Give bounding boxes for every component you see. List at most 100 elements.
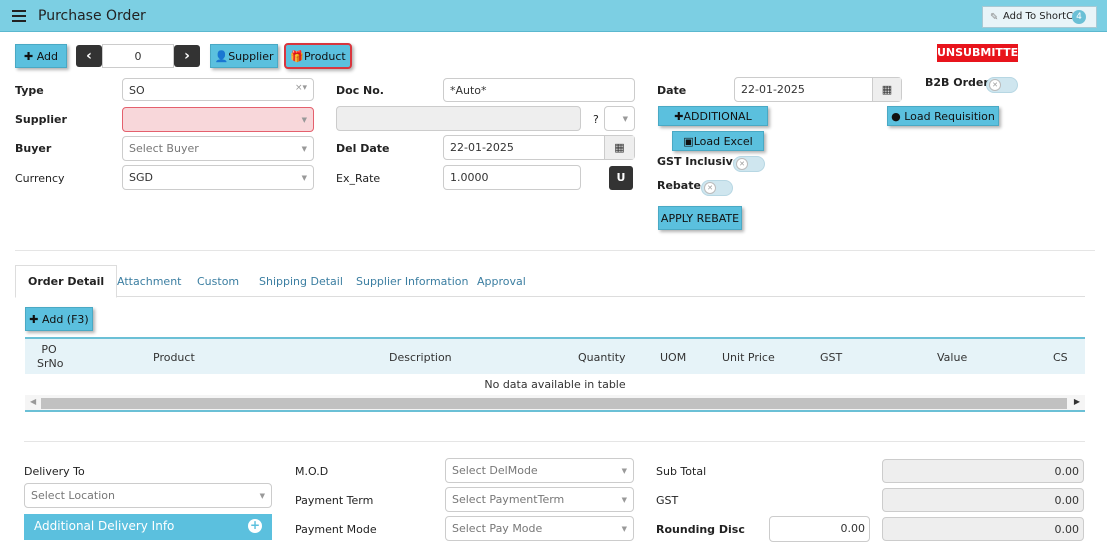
clear-icon[interactable]: ×▾	[295, 83, 307, 93]
ex-rate-label: Ex_Rate	[336, 172, 381, 185]
excel-icon: ▣	[683, 135, 694, 148]
gst-value: 0.00	[882, 488, 1084, 512]
calendar-icon[interactable]: ▦	[604, 136, 634, 159]
load-excel-button[interactable]: ▣Load Excel	[672, 131, 764, 151]
rounding-disc-input[interactable]: 0.00	[769, 516, 870, 542]
supplier-select[interactable]: ▼	[122, 107, 314, 132]
currency-select[interactable]: SGD ▼	[122, 165, 314, 190]
doc-no-input[interactable]: *Auto*	[443, 78, 635, 102]
date-value: 22-01-2025	[741, 83, 805, 96]
supplier-button[interactable]: 👤Supplier	[210, 44, 278, 68]
rounding-disc-label: Rounding Disc	[656, 523, 745, 536]
payment-mode-select[interactable]: Select Pay Mode ▼	[445, 516, 634, 541]
del-date-value: 22-01-2025	[450, 141, 514, 154]
plus-icon: ✚	[29, 313, 39, 326]
subtotal-value: 0.00	[882, 459, 1084, 483]
column-uom[interactable]: UOM	[660, 351, 686, 364]
add-line-label: Add (F3)	[42, 313, 89, 326]
user-icon: 👤	[214, 50, 229, 63]
chevron-down-icon: ▼	[621, 467, 627, 475]
table-header: PO SrNo Product Description Quantity UOM …	[25, 337, 1085, 374]
load-excel-label: Load Excel	[693, 135, 753, 148]
gst-label: GST	[656, 494, 679, 507]
delmode-select[interactable]: Select DelMode ▼	[445, 458, 634, 483]
prev-page-icon[interactable]: ‹	[76, 45, 102, 67]
toggle-off-icon: ✕	[704, 182, 716, 194]
horizontal-scrollbar[interactable]: ◀ ▶	[25, 395, 1085, 412]
currency-label: Currency	[15, 172, 65, 185]
po-line2: SrNo	[37, 357, 64, 370]
chevron-down-icon: ▼	[622, 115, 628, 123]
column-gst[interactable]: GST	[820, 351, 842, 364]
add-label: Add	[36, 50, 58, 63]
hamburger-menu-icon[interactable]	[12, 10, 26, 22]
rounding-total-value: 0.00	[882, 517, 1084, 541]
supplier-label: Supplier	[15, 113, 67, 126]
tab-supplier-information[interactable]: Supplier Information	[356, 275, 469, 288]
page-title: Purchase Order	[38, 8, 146, 24]
calendar-icon[interactable]: ▦	[872, 78, 901, 101]
scroll-right-icon[interactable]: ▶	[1074, 397, 1080, 406]
location-placeholder: Select Location	[31, 489, 115, 502]
update-rate-button[interactable]: U	[609, 166, 633, 190]
additional-delivery-label: Additional Delivery Info	[34, 519, 175, 533]
column-description[interactable]: Description	[389, 351, 452, 364]
tab-attachment[interactable]: Attachment	[117, 275, 182, 288]
column-cs[interactable]: CS	[1053, 351, 1068, 364]
payment-term-placeholder: Select PaymentTerm	[452, 493, 565, 506]
column-value[interactable]: Value	[937, 351, 967, 364]
supplier-option-select[interactable]: ▼	[604, 106, 635, 131]
top-bar: Purchase Order ✎ Add To ShortCut 4	[0, 0, 1107, 32]
gst-inclusive-toggle[interactable]: ✕	[733, 156, 765, 172]
load-requisition-button[interactable]: ● Load Requisition	[887, 106, 999, 126]
doc-no-label: Doc No.	[336, 84, 384, 97]
empty-table-message: No data available in table	[484, 378, 626, 391]
type-label: Type	[15, 84, 44, 97]
tab-order-detail[interactable]: Order Detail	[15, 265, 118, 298]
currency-value: SGD	[129, 171, 153, 184]
plus-circle-icon[interactable]: +	[248, 519, 262, 533]
product-button[interactable]: 🎁Product	[284, 43, 352, 69]
payment-mode-placeholder: Select Pay Mode	[452, 522, 543, 535]
type-value: SO	[129, 84, 145, 97]
additional-label: ADDITIONAL	[683, 110, 752, 123]
additional-button[interactable]: ✚ADDITIONAL	[658, 106, 768, 126]
column-unit-price[interactable]: Unit Price	[722, 351, 775, 364]
po-line1: PO	[41, 343, 57, 356]
tab-shipping-detail[interactable]: Shipping Detail	[259, 275, 343, 288]
add-to-shortcut-button[interactable]: ✎ Add To ShortCut 4	[982, 6, 1097, 28]
buyer-select[interactable]: Select Buyer ▼	[122, 136, 314, 161]
add-button[interactable]: ✚ Add	[15, 44, 67, 68]
payment-term-select[interactable]: Select PaymentTerm ▼	[445, 487, 634, 512]
scroll-thumb[interactable]	[41, 398, 1067, 409]
divider	[24, 441, 1085, 442]
play-circle-icon: ●	[891, 110, 901, 123]
product-label: Product	[303, 50, 346, 63]
delmode-placeholder: Select DelMode	[452, 464, 538, 477]
status-badge: UNSUBMITTED	[937, 44, 1027, 62]
scroll-left-icon[interactable]: ◀	[30, 397, 36, 406]
plus-icon: ✚	[674, 110, 684, 123]
next-page-icon[interactable]: ›	[174, 45, 200, 67]
rebate-label: Rebate	[657, 179, 701, 192]
ex-rate-input[interactable]: 1.0000	[443, 165, 581, 190]
add-line-button[interactable]: ✚ Add (F3)	[25, 307, 93, 331]
b2b-order-toggle[interactable]: ✕	[986, 77, 1018, 93]
column-po-srno: PO SrNo	[37, 343, 64, 371]
page-number-input[interactable]: 0	[102, 44, 174, 68]
buyer-label: Buyer	[15, 142, 52, 155]
rebate-toggle[interactable]: ✕	[701, 180, 733, 196]
type-select[interactable]: SO ×▾	[122, 78, 314, 101]
payment-mode-label: Payment Mode	[295, 523, 377, 536]
chevron-down-icon: ▼	[301, 145, 307, 153]
apply-rebate-button[interactable]: APPLY REBATE	[658, 206, 742, 230]
additional-delivery-info-panel[interactable]: Additional Delivery Info +	[24, 514, 272, 540]
payment-term-label: Payment Term	[295, 494, 374, 507]
location-select[interactable]: Select Location ▼	[24, 483, 272, 508]
tab-approval[interactable]: Approval	[477, 275, 526, 288]
column-quantity[interactable]: Quantity	[578, 351, 626, 364]
plus-icon: ✚	[23, 50, 34, 63]
column-product[interactable]: Product	[153, 351, 195, 364]
supplier-name-field	[336, 106, 581, 131]
tab-custom[interactable]: Custom	[197, 275, 239, 288]
